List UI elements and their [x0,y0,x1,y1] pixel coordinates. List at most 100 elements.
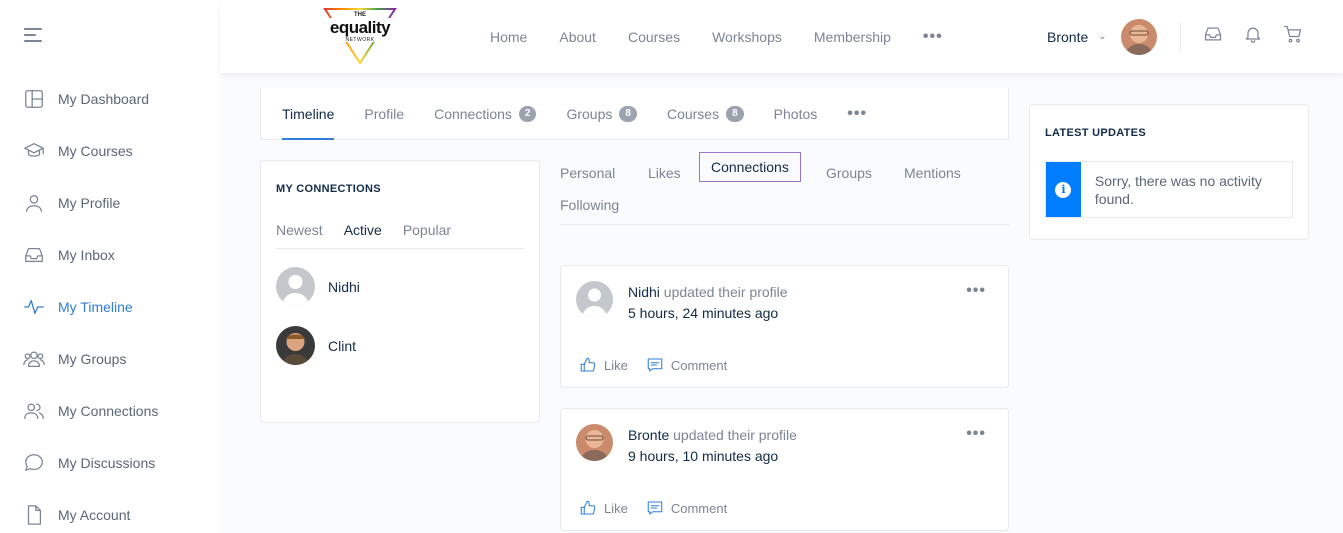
nav-courses[interactable]: Courses [628,29,680,45]
connections-filter-tabs: Newest Active Popular [276,222,524,249]
tab-photos[interactable]: Photos [774,88,818,140]
activity-time[interactable]: 9 hours, 10 minutes ago [628,448,778,464]
activity-card: Nidhi updated their profile 5 hours, 24 … [560,265,1009,388]
activity-icon [22,295,46,319]
menu-toggle-icon[interactable] [24,28,44,44]
sidebar-item-dashboard[interactable]: My Dashboard [0,73,220,125]
tab-label: Courses [666,105,720,122]
tab-label: Timeline [282,105,335,122]
filter-active[interactable]: Active [344,222,382,238]
comment-icon [647,501,663,515]
tab-timeline[interactable]: Timeline [282,88,335,140]
member-name[interactable]: Clint [328,338,356,354]
document-icon [22,503,46,527]
like-label: Like [604,357,628,373]
like-button[interactable]: Like [579,499,628,517]
sidebar-item-inbox[interactable]: My Inbox [0,229,220,281]
sidebar: My Dashboard My Courses My Profile My In… [0,0,220,533]
tab-profile[interactable]: Profile [364,88,404,140]
nav-home[interactable]: Home [490,29,527,45]
like-button[interactable]: Like [579,356,628,374]
inbox-icon [22,243,46,267]
subnav-connections[interactable]: Connections [699,152,801,182]
site-logo[interactable]: THE equality NETWORK [320,6,400,66]
activity-card: Bronte updated their profile 9 hours, 10… [560,408,1009,531]
tab-courses[interactable]: Courses 8 [667,88,744,140]
thumbs-up-icon [580,500,596,515]
subnav-mentions[interactable]: Mentions [904,165,961,181]
filter-popular[interactable]: Popular [403,222,451,238]
tab-groups[interactable]: Groups 8 [566,88,637,140]
header-icons [1180,0,1323,73]
activity-author[interactable]: Nidhi [628,284,660,300]
list-item[interactable]: Nidhi [276,257,524,316]
dashboard-icon [22,87,46,111]
avatar[interactable] [1120,18,1157,55]
activity-header: Bronte updated their profile [628,427,797,443]
user-menu[interactable]: Bronte ⌄ [1047,0,1157,73]
more-options-icon[interactable]: ••• [966,425,986,443]
activity-author[interactable]: Bronte [628,427,669,443]
sidebar-item-timeline[interactable]: My Timeline [0,281,220,333]
tab-connections[interactable]: Connections 2 [434,88,537,140]
sidebar-item-label: My Dashboard [58,91,150,107]
avatar[interactable] [276,326,315,365]
avatar[interactable] [576,424,613,461]
top-nav: Home About Courses Workshops Membership … [490,0,943,73]
list-item[interactable]: Clint [276,316,524,375]
nav-membership[interactable]: Membership [814,29,891,45]
info-notice: i Sorry, there was no activity found. [1045,161,1293,218]
subnav-groups[interactable]: Groups [826,165,872,181]
comment-button[interactable]: Comment [646,356,727,374]
count-badge: 2 [518,105,537,122]
activity-actions: Like Comment [579,499,745,517]
nav-about[interactable]: About [559,29,596,45]
sidebar-item-courses[interactable]: My Courses [0,125,220,177]
activity-time[interactable]: 5 hours, 24 minutes ago [628,305,778,321]
sidebar-item-label: My Connections [58,403,159,419]
subnav-likes[interactable]: Likes [648,165,681,181]
activity-actions: Like Comment [579,356,745,374]
thumbs-up-icon [580,357,596,372]
avatar[interactable] [276,267,315,306]
inbox-icon[interactable] [1203,24,1243,49]
sidebar-item-account[interactable]: My Account [0,489,220,533]
count-badge: 8 [619,105,637,122]
chevron-down-icon: ⌄ [1098,31,1107,42]
bell-icon[interactable] [1243,24,1283,49]
more-options-icon[interactable]: ••• [966,282,986,300]
more-tabs-icon[interactable]: ••• [847,105,867,123]
activity-action: updated their profile [673,427,797,443]
nav-workshops[interactable]: Workshops [712,29,782,45]
sidebar-item-profile[interactable]: My Profile [0,177,220,229]
info-icon-box: i [1046,162,1081,217]
info-icon: i [1055,181,1072,198]
sidebar-item-label: My Timeline [58,299,133,315]
subnav-following[interactable]: Following [560,197,619,213]
header-divider [1180,22,1181,51]
notice-message: Sorry, there was no activity found. [1094,173,1262,207]
sidebar-item-label: My Profile [58,195,121,211]
count-badge: 8 [726,105,744,122]
tab-label: Groups [566,105,613,122]
user-name: Bronte [1047,28,1089,45]
activity-action: updated their profile [663,284,788,300]
tab-label: Photos [773,105,818,122]
member-name[interactable]: Nidhi [328,279,360,295]
subnav-personal[interactable]: Personal [560,165,615,181]
cart-icon[interactable] [1283,24,1323,49]
user-icon [22,191,46,215]
activity-header: Nidhi updated their profile [628,284,788,300]
avatar[interactable] [576,281,613,318]
sidebar-item-groups[interactable]: My Groups [0,333,220,385]
sidebar-item-connections[interactable]: My Connections [0,385,220,437]
sidebar-item-discussions[interactable]: My Discussions [0,437,220,489]
activity-subnav: Personal Likes Connections Groups Mentio… [560,152,1009,225]
more-menu-icon[interactable]: ••• [923,28,943,46]
tab-label: Profile [364,105,405,122]
profile-tabs: Timeline Profile Connections 2 Groups 8 Co… [260,88,1009,140]
filter-newest[interactable]: Newest [276,222,323,238]
comment-button[interactable]: Comment [646,499,727,517]
comment-label: Comment [670,500,728,516]
sidebar-item-label: My Inbox [58,247,115,263]
